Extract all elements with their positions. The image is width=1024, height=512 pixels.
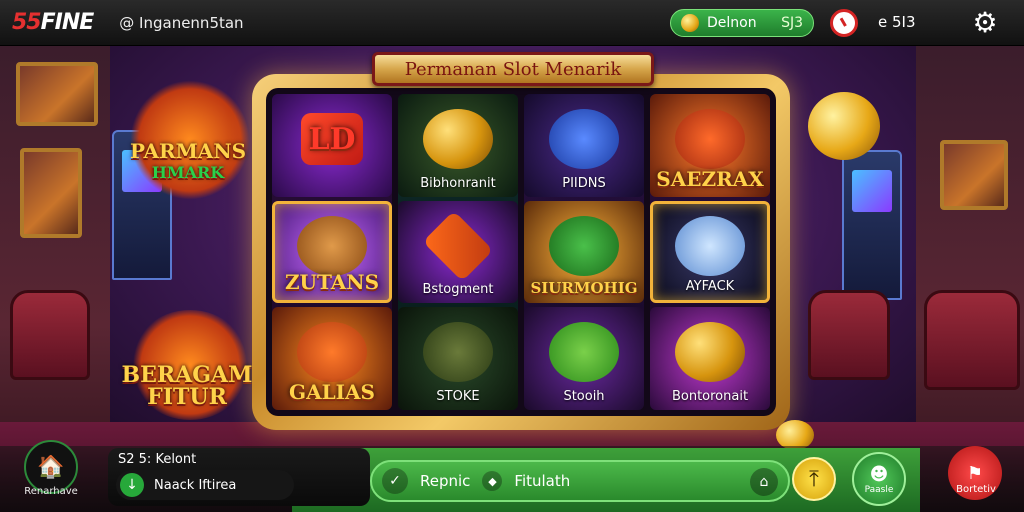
slot-symbol[interactable]: PIIDNS: [524, 94, 644, 197]
symbol-label: Bontoronait: [671, 388, 749, 404]
action-1-label[interactable]: Repnic: [420, 472, 470, 490]
profile-button[interactable]: ☻ Paasle: [852, 452, 906, 506]
top-bar: 55FINE @ Inganenn5tan: [0, 0, 1024, 46]
symbol-label: SIURMOHIG: [530, 279, 638, 298]
reel-1: LD ZUTANS GALIAS: [272, 94, 392, 410]
balance-label: Delnon: [707, 15, 757, 31]
promo-bottom-line1: BERAGAM: [121, 362, 253, 388]
promo-top-line1: PARMANS: [129, 139, 247, 163]
info-pill-label: Naack Iftirea: [154, 477, 237, 493]
spin-icon: ⤒: [809, 466, 819, 492]
symbol-label: GALIAS: [289, 379, 375, 404]
symbol-label: Bibhonranit: [420, 175, 496, 191]
balance-button[interactable]: Delnon SJ3: [670, 9, 814, 37]
slot-symbol[interactable]: STOKE: [398, 307, 518, 410]
symbol-graphic: [297, 322, 367, 383]
reel-4: SAEZRAX AYFACK Bontoronait: [650, 94, 770, 410]
slot-symbol[interactable]: GALIAS: [272, 307, 392, 410]
download-icon: ↓: [120, 473, 144, 497]
symbol-label: STOKE: [436, 388, 480, 404]
symbol-logo: LD: [308, 122, 356, 157]
symbol-graphic: [675, 109, 745, 170]
action-pill[interactable]: ✓ Repnic ◆ Fitulath ⌂: [370, 460, 790, 502]
home-label: Renarhave: [24, 486, 78, 497]
balance-amount: SJ3: [781, 15, 803, 31]
slot-reels: LD ZUTANS GALIAS Bibhonranit Bstogment S…: [266, 88, 776, 416]
symbol-label: ZUTANS: [284, 270, 380, 295]
spin-button[interactable]: ⤒: [792, 457, 836, 501]
slot-symbol[interactable]: Bibhonranit: [398, 94, 518, 197]
slot-symbol[interactable]: SIURMOHIG: [524, 200, 644, 304]
flag-icon: ⚑: [966, 462, 984, 484]
home-icon: 🏠: [37, 454, 65, 480]
symbol-label: Stooih: [563, 388, 605, 404]
bet-display: e 5I3: [878, 13, 916, 31]
symbol-label: Bstogment: [422, 282, 494, 298]
check-icon: ✓: [382, 468, 408, 494]
symbol-graphic: [675, 322, 745, 383]
symbol-graphic: [675, 216, 745, 277]
promo-top-line2: HMARK: [151, 163, 225, 182]
wall-painting: [940, 140, 1008, 210]
slot-symbol[interactable]: Stooih: [524, 307, 644, 410]
promo-bottom[interactable]: BERAGAM FITUR: [112, 364, 262, 408]
symbol-label: AYFACK: [685, 279, 735, 295]
symbol-label: SAEZRAX: [656, 166, 764, 191]
lock-icon[interactable]: ⌂: [750, 468, 778, 496]
slot-symbol[interactable]: LD: [272, 94, 392, 197]
slot-symbol[interactable]: SAEZRAX: [650, 94, 770, 197]
reel-3: PIIDNS SIURMOHIG Stooih: [524, 94, 644, 410]
info-panel: S2 5: Kelont ↓ Naack Iftirea: [108, 448, 370, 506]
symbol-label: PIIDNS: [562, 175, 606, 191]
profile-icon: ☻: [869, 463, 889, 485]
info-title: S2 5: Kelont: [118, 452, 197, 467]
username: @ Inganenn5tan: [119, 13, 244, 32]
action-2-label[interactable]: Fitulath: [514, 472, 570, 490]
coin-icon: [681, 14, 699, 32]
tag-icon: ◆: [482, 471, 503, 491]
game-title-banner: Permanan Slot Menarik: [372, 52, 654, 86]
symbol-graphic: [549, 215, 619, 276]
gear-icon[interactable]: ⚙: [970, 8, 1000, 38]
logo-number: 55: [12, 10, 42, 35]
gold-coin-decoration: [808, 92, 880, 160]
brand-logo[interactable]: 55FINE: [12, 10, 95, 35]
symbol-graphic: [297, 216, 367, 277]
profile-label: Paasle: [864, 484, 894, 495]
symbol-graphic: [423, 109, 493, 170]
symbol-graphic: [549, 109, 619, 170]
symbol-graphic: [422, 210, 494, 282]
wall-painting: [20, 148, 82, 238]
slot-machine-frame: LD ZUTANS GALIAS Bibhonranit Bstogment S…: [252, 74, 790, 430]
slot-symbol[interactable]: Bontoronait: [650, 307, 770, 410]
logo-text: FINE: [40, 10, 95, 35]
info-pill[interactable]: ↓ Naack Iftirea: [116, 470, 294, 500]
promo-bottom-line2: FITUR: [147, 384, 227, 410]
clock-icon[interactable]: [830, 9, 858, 37]
red-action-label: Bortetiv: [956, 484, 996, 495]
symbol-graphic: [549, 322, 619, 383]
slot-symbol[interactable]: ZUTANS: [272, 200, 392, 304]
promo-top[interactable]: PARMANS HMARK: [118, 140, 258, 184]
wall-painting: [16, 62, 98, 126]
reel-2: Bibhonranit Bstogment STOKE: [398, 94, 518, 410]
arcade-machine: [842, 150, 902, 300]
slot-symbol[interactable]: Bstogment: [398, 200, 518, 304]
lounge-chair: [808, 290, 890, 380]
symbol-graphic: [423, 322, 493, 383]
slot-symbol[interactable]: AYFACK: [650, 200, 770, 304]
lounge-chair: [10, 290, 90, 380]
lounge-chair: [924, 290, 1020, 390]
